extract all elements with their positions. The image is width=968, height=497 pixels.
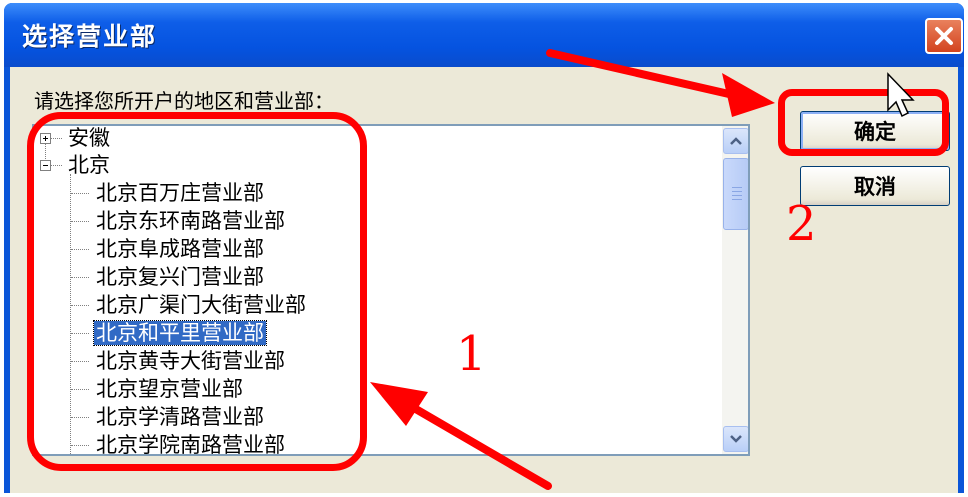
arrow-line-to-tree [398, 397, 552, 490]
mouse-cursor-icon [887, 72, 915, 118]
arrow-head-to-tree [370, 382, 428, 426]
arrow-line-to-ok [546, 49, 746, 101]
arrow-head-to-ok [722, 73, 775, 117]
annotation-arrows [370, 49, 915, 490]
